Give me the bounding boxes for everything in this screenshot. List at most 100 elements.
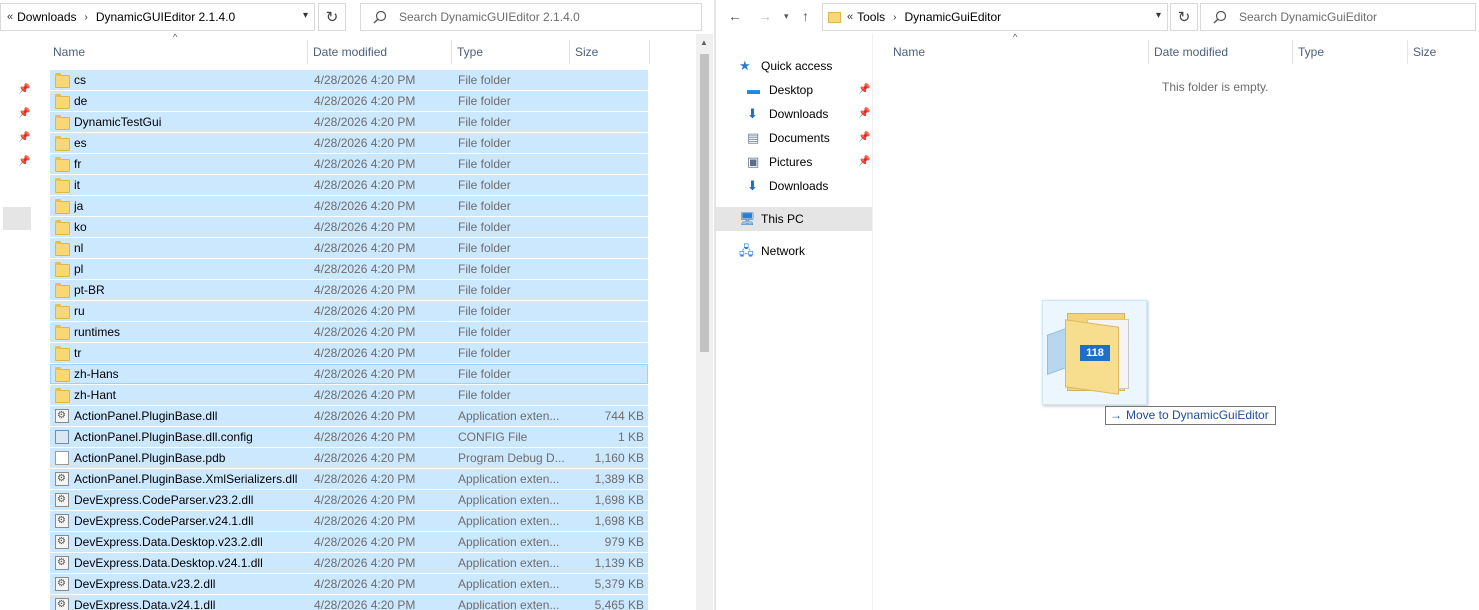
pin-icon: 📌 <box>858 108 871 119</box>
breadcrumb-tools[interactable]: Tools <box>857 10 885 24</box>
file-date-modified: 4/28/2026 4:20 PM <box>314 199 416 213</box>
column-header-date-modified[interactable]: Date modified <box>1149 40 1293 64</box>
file-row[interactable]: de 4/28/2026 4:20 PM File folder <box>50 91 648 111</box>
file-row[interactable]: ActionPanel.PluginBase.dll 4/28/2026 4:20… <box>50 406 648 426</box>
dll-icon <box>55 406 69 426</box>
column-header-size[interactable]: Size <box>1408 40 1478 64</box>
file-row[interactable]: tr 4/28/2026 4:20 PM File folder <box>50 343 648 363</box>
file-type: File folder <box>458 94 511 108</box>
address-history-dropdown-icon[interactable]: ▾ <box>1156 10 1161 21</box>
file-size: 5,465 KB <box>594 598 644 610</box>
left-search-box[interactable]: Search DynamicGUIEditor 2.1.4.0 <box>360 3 702 31</box>
download-arrow-icon: ⬇ <box>747 106 758 121</box>
file-name: zh-Hant <box>74 388 117 402</box>
nav-item-label: Network <box>761 244 806 258</box>
file-date-modified: 4/28/2026 4:20 PM <box>314 346 416 360</box>
recent-locations-dropdown-icon[interactable]: ▾ <box>784 11 789 22</box>
nav-item-label: Desktop <box>769 83 814 97</box>
file-row[interactable]: cs 4/28/2026 4:20 PM File folder <box>50 70 648 90</box>
right-address-bar[interactable]: « Tools › DynamicGuiEditor ▾ <box>822 3 1168 31</box>
search-placeholder: Search DynamicGuiEditor <box>1239 10 1378 24</box>
back-arrow-icon[interactable]: ← <box>728 8 742 24</box>
file-row[interactable]: ActionPanel.PluginBase.pdb 4/28/2026 4:20… <box>50 448 648 468</box>
file-row[interactable]: DevExpress.CodeParser.v24.1.dll 4/28/2026… <box>50 511 648 531</box>
right-search-box[interactable]: Search DynamicGuiEditor <box>1200 3 1476 31</box>
nav-item-downloads[interactable]: ⬇ Downloads <box>716 174 872 198</box>
dll-icon <box>55 469 69 489</box>
column-header-type[interactable]: Type <box>1293 40 1408 64</box>
dll-icon <box>55 511 69 531</box>
nav-item-network[interactable]: 🖧 Network <box>716 239 872 263</box>
file-name: de <box>74 94 88 108</box>
breadcrumb-current-folder[interactable]: DynamicGuiEditor <box>904 10 1001 24</box>
folder-icon <box>55 283 70 298</box>
file-row[interactable]: DevExpress.Data.Desktop.v23.2.dll 4/28/20… <box>50 532 648 552</box>
folder-icon <box>55 73 70 88</box>
file-type: File folder <box>458 157 511 171</box>
file-type: File folder <box>458 367 511 381</box>
breadcrumb-current-folder[interactable]: DynamicGUIEditor 2.1.4.0 <box>96 10 235 24</box>
column-header-size[interactable]: Size <box>570 40 650 64</box>
file-date-modified: 4/28/2026 4:20 PM <box>314 241 416 255</box>
file-row[interactable]: runtimes 4/28/2026 4:20 PM File folder <box>50 322 648 342</box>
file-row[interactable]: pl 4/28/2026 4:20 PM File folder <box>50 259 648 279</box>
file-row[interactable]: ActionPanel.PluginBase.dll.config 4/28/20… <box>50 427 648 447</box>
file-row[interactable]: DevExpress.Data.v24.1.dll 4/28/2026 4:20 … <box>50 595 648 610</box>
config-file-icon <box>55 430 69 444</box>
file-row[interactable]: pt-BR 4/28/2026 4:20 PM File folder <box>50 280 648 300</box>
column-header-date-modified[interactable]: Date modified <box>308 40 452 64</box>
file-row[interactable]: DevExpress.Data.v23.2.dll 4/28/2026 4:20 … <box>50 574 648 594</box>
file-row[interactable]: zh-Hant 4/28/2026 4:20 PM File folder <box>50 385 648 405</box>
breadcrumb-separator-icon: › <box>84 11 88 23</box>
nav-item-downloads[interactable]: ⬇ Downloads 📌 <box>716 102 872 126</box>
refresh-button[interactable]: ↻ <box>1170 3 1198 31</box>
left-address-bar[interactable]: « Downloads › DynamicGUIEditor 2.1.4.0 ▾ <box>0 3 315 31</box>
file-name: pt-BR <box>74 283 105 297</box>
nav-item-quick-access[interactable]: ★ Quick access <box>716 54 872 78</box>
file-row[interactable]: ko 4/28/2026 4:20 PM File folder <box>50 217 648 237</box>
file-row[interactable]: it 4/28/2026 4:20 PM File folder <box>50 175 648 195</box>
up-arrow-icon[interactable]: ↑ <box>802 8 809 24</box>
file-row[interactable]: ActionPanel.PluginBase.XmlSerializers.dl… <box>50 469 648 489</box>
file-date-modified: 4/28/2026 4:20 PM <box>314 262 416 276</box>
column-header-type[interactable]: Type <box>452 40 570 64</box>
nav-item-pictures[interactable]: ▣ Pictures 📌 <box>716 150 872 174</box>
file-row[interactable]: es 4/28/2026 4:20 PM File folder <box>50 133 648 153</box>
file-type: Application exten... <box>458 598 560 610</box>
file-size: 1,698 KB <box>594 514 644 528</box>
breadcrumb-overflow-icon[interactable]: « <box>847 11 853 23</box>
breadcrumb-overflow-icon[interactable]: « <box>7 11 13 23</box>
refresh-icon: ↻ <box>325 9 339 26</box>
vertical-scrollbar[interactable]: ▲ <box>696 34 713 610</box>
file-row[interactable]: DynamicTestGui 4/28/2026 4:20 PM File fold… <box>50 112 648 132</box>
file-row[interactable]: DevExpress.CodeParser.v23.2.dll 4/28/2026… <box>50 490 648 510</box>
file-row[interactable]: fr 4/28/2026 4:20 PM File folder <box>50 154 648 174</box>
left-nav-selected-item[interactable] <box>3 207 31 230</box>
file-type: File folder <box>458 73 511 87</box>
scroll-up-arrow-icon[interactable]: ▲ <box>700 38 708 47</box>
dll-icon <box>55 574 69 594</box>
column-header-name[interactable]: Name <box>48 40 308 64</box>
scrollbar-thumb[interactable] <box>700 54 709 352</box>
nav-item-this-pc[interactable]: 🖥 This PC <box>716 207 872 231</box>
breadcrumb-downloads[interactable]: Downloads <box>17 10 76 24</box>
column-header-name[interactable]: Name <box>888 40 1149 64</box>
file-name: DevExpress.Data.Desktop.v23.2.dll <box>74 535 263 549</box>
nav-item-documents[interactable]: ▤ Documents 📌 <box>716 126 872 150</box>
file-size: 744 KB <box>604 409 644 423</box>
file-row[interactable]: ru 4/28/2026 4:20 PM File folder <box>50 301 648 321</box>
file-name: ActionPanel.PluginBase.dll <box>74 409 218 423</box>
file-type: File folder <box>458 325 511 339</box>
file-row[interactable]: DevExpress.Data.Desktop.v24.1.dll 4/28/20… <box>50 553 648 573</box>
file-type: Application exten... <box>458 514 560 528</box>
file-name: cs <box>74 73 86 87</box>
pin-icon: 📌 <box>858 132 871 143</box>
file-row[interactable]: zh-Hans 4/28/2026 4:20 PM File folder <box>50 364 648 384</box>
address-history-dropdown-icon[interactable]: ▾ <box>303 10 308 21</box>
refresh-button[interactable]: ↻ <box>318 3 346 31</box>
file-row[interactable]: ja 4/28/2026 4:20 PM File folder <box>50 196 648 216</box>
dll-icon <box>55 553 69 573</box>
file-row[interactable]: nl 4/28/2026 4:20 PM File folder <box>50 238 648 258</box>
nav-item-desktop[interactable]: ▬ Desktop 📌 <box>716 78 872 102</box>
forward-arrow-icon[interactable]: → <box>758 8 772 24</box>
